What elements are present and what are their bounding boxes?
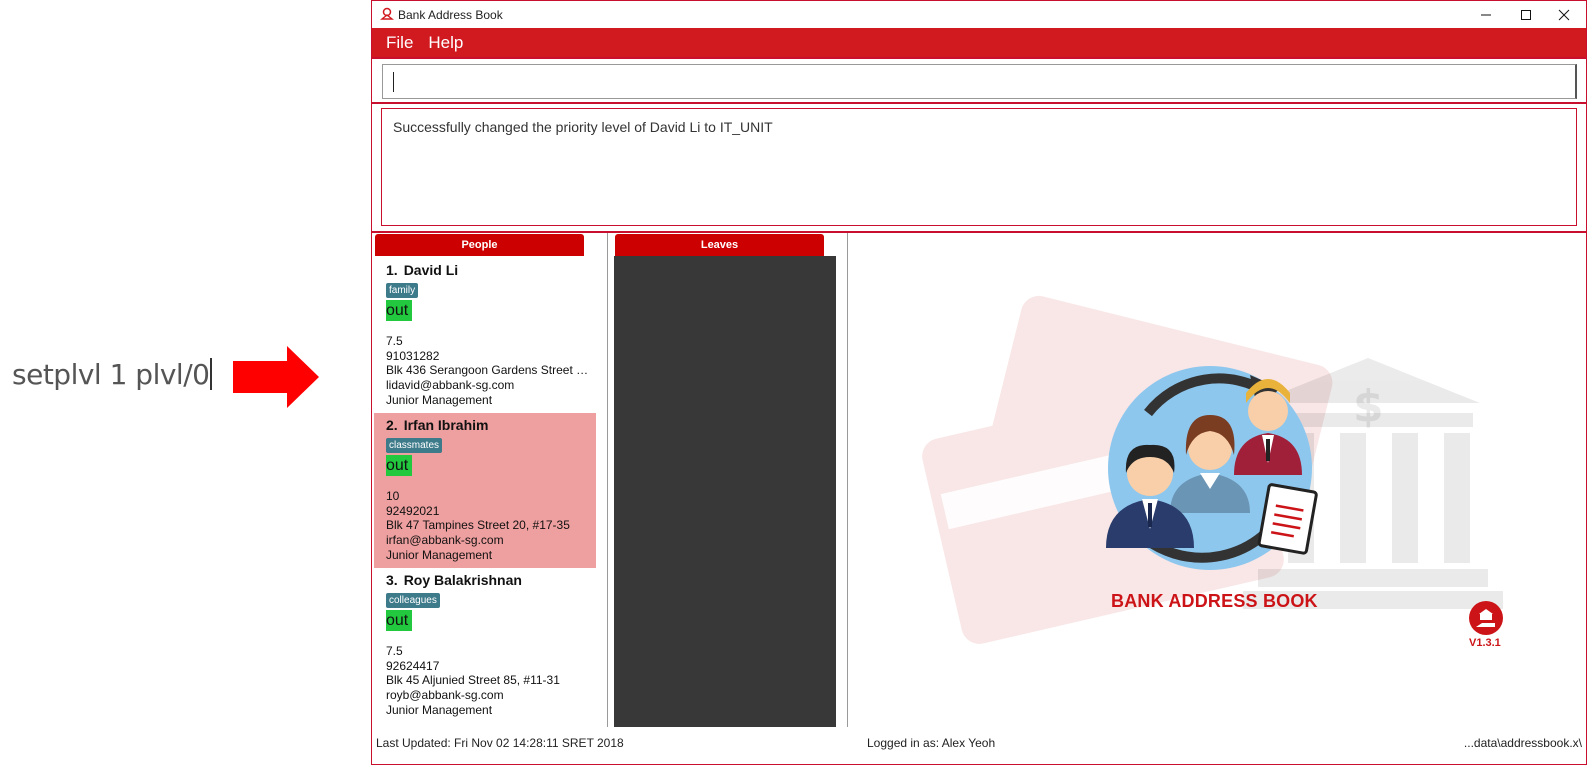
tab-leaves[interactable]: Leaves — [615, 234, 824, 256]
address: Blk 45 Aljunied Street 85, #11-31 — [386, 673, 560, 688]
people-list[interactable]: 1. David Li family out 7.5 91031282 Blk 4… — [374, 258, 596, 723]
status-badge: out — [386, 300, 412, 321]
menu-file[interactable]: File — [386, 33, 413, 53]
close-icon — [1558, 9, 1570, 20]
department: Junior Management — [386, 547, 493, 562]
working-rate: 7.5 — [386, 644, 403, 658]
maximize-button[interactable] — [1506, 1, 1546, 28]
browser-panel: $ BANK ADDRESS BOOK V1.3.1 — [848, 233, 1586, 727]
status-badge: out — [386, 610, 412, 631]
bank-badge-icon — [1469, 601, 1503, 635]
file-path-status: ...data\addressbook.x\ — [1463, 736, 1582, 750]
version-label: V1.3.1 — [1469, 637, 1501, 649]
department: Junior Management — [386, 702, 493, 717]
person-name: 3. Roy Balakrishnan — [386, 572, 522, 588]
minimize-icon — [1481, 14, 1491, 15]
result-display: Successfully changed the priority level … — [381, 108, 1577, 226]
leaves-list[interactable] — [614, 256, 836, 727]
splash-title: BANK ADDRESS BOOK — [1111, 591, 1318, 611]
person-tag: colleagues — [386, 593, 440, 608]
close-button[interactable] — [1544, 1, 1584, 28]
email: lidavid@abbank-sg.com — [386, 378, 515, 393]
phone: 92624417 — [386, 658, 440, 673]
working-rate: 7.5 — [386, 334, 403, 348]
window-title: Bank Address Book — [398, 8, 503, 22]
person-tag: family — [386, 283, 419, 298]
splash-background-illustration: $ — [922, 295, 1503, 644]
title-bar: Bank Address Book — [372, 1, 1586, 28]
department: Junior Management — [386, 392, 493, 407]
phone: 92492021 — [386, 503, 440, 518]
person-name: 1. David Li — [386, 262, 459, 278]
logged-in-status: Logged in as: Alex Yeoh — [867, 736, 996, 750]
address: Blk 47 Tampines Street 20, #17-35 — [386, 518, 570, 533]
address: Blk 436 Serangoon Gardens Street 26, ... — [386, 363, 591, 378]
result-display-container: Successfully changed the priority level … — [372, 104, 1586, 233]
maximize-icon — [1521, 9, 1531, 20]
person-card-selected[interactable]: 2. Irfan Ibrahim classmates out 10 924920… — [374, 413, 596, 568]
email: royb@abbank-sg.com — [386, 688, 504, 703]
status-bar: Last Updated: Fri Nov 02 14:28:11 SRET 2… — [372, 729, 1586, 765]
last-updated-status: Last Updated: Fri Nov 02 14:28:11 SRET 2… — [376, 736, 624, 750]
person-tag: classmates — [386, 438, 443, 453]
working-rate: 10 — [386, 489, 400, 503]
phone: 91031282 — [386, 348, 440, 363]
leaves-panel: Leaves — [608, 233, 848, 727]
command-input[interactable] — [382, 64, 1577, 99]
red-arrow-icon — [233, 346, 319, 408]
command-box-container — [372, 57, 1586, 104]
annotation-command-text: setplvl 1 plvl/0 — [12, 358, 210, 391]
annotation-caret — [210, 358, 213, 390]
text-cursor — [393, 72, 394, 92]
app-logo-icon — [380, 7, 394, 20]
command-annotation: setplvl 1 plvl/0 — [12, 358, 213, 391]
menu-bar: File Help — [372, 28, 1586, 57]
person-name: 2. Irfan Ibrahim — [386, 417, 489, 433]
minimize-button[interactable] — [1466, 1, 1506, 28]
people-panel: People 1. David Li family out 7.5 9103128… — [372, 233, 608, 727]
email: irfan@abbank-sg.com — [386, 533, 504, 548]
tab-people[interactable]: People — [375, 234, 584, 256]
menu-help[interactable]: Help — [428, 33, 463, 53]
status-badge: out — [386, 455, 412, 476]
svg-text:$: $ — [1353, 381, 1384, 432]
person-card[interactable]: 1. David Li family out 7.5 91031282 Blk 4… — [374, 258, 596, 413]
app-window: Bank Address Book File Help Successfully… — [371, 0, 1587, 765]
person-card[interactable]: 3. Roy Balakrishnan colleagues out 7.5 92… — [374, 568, 596, 723]
